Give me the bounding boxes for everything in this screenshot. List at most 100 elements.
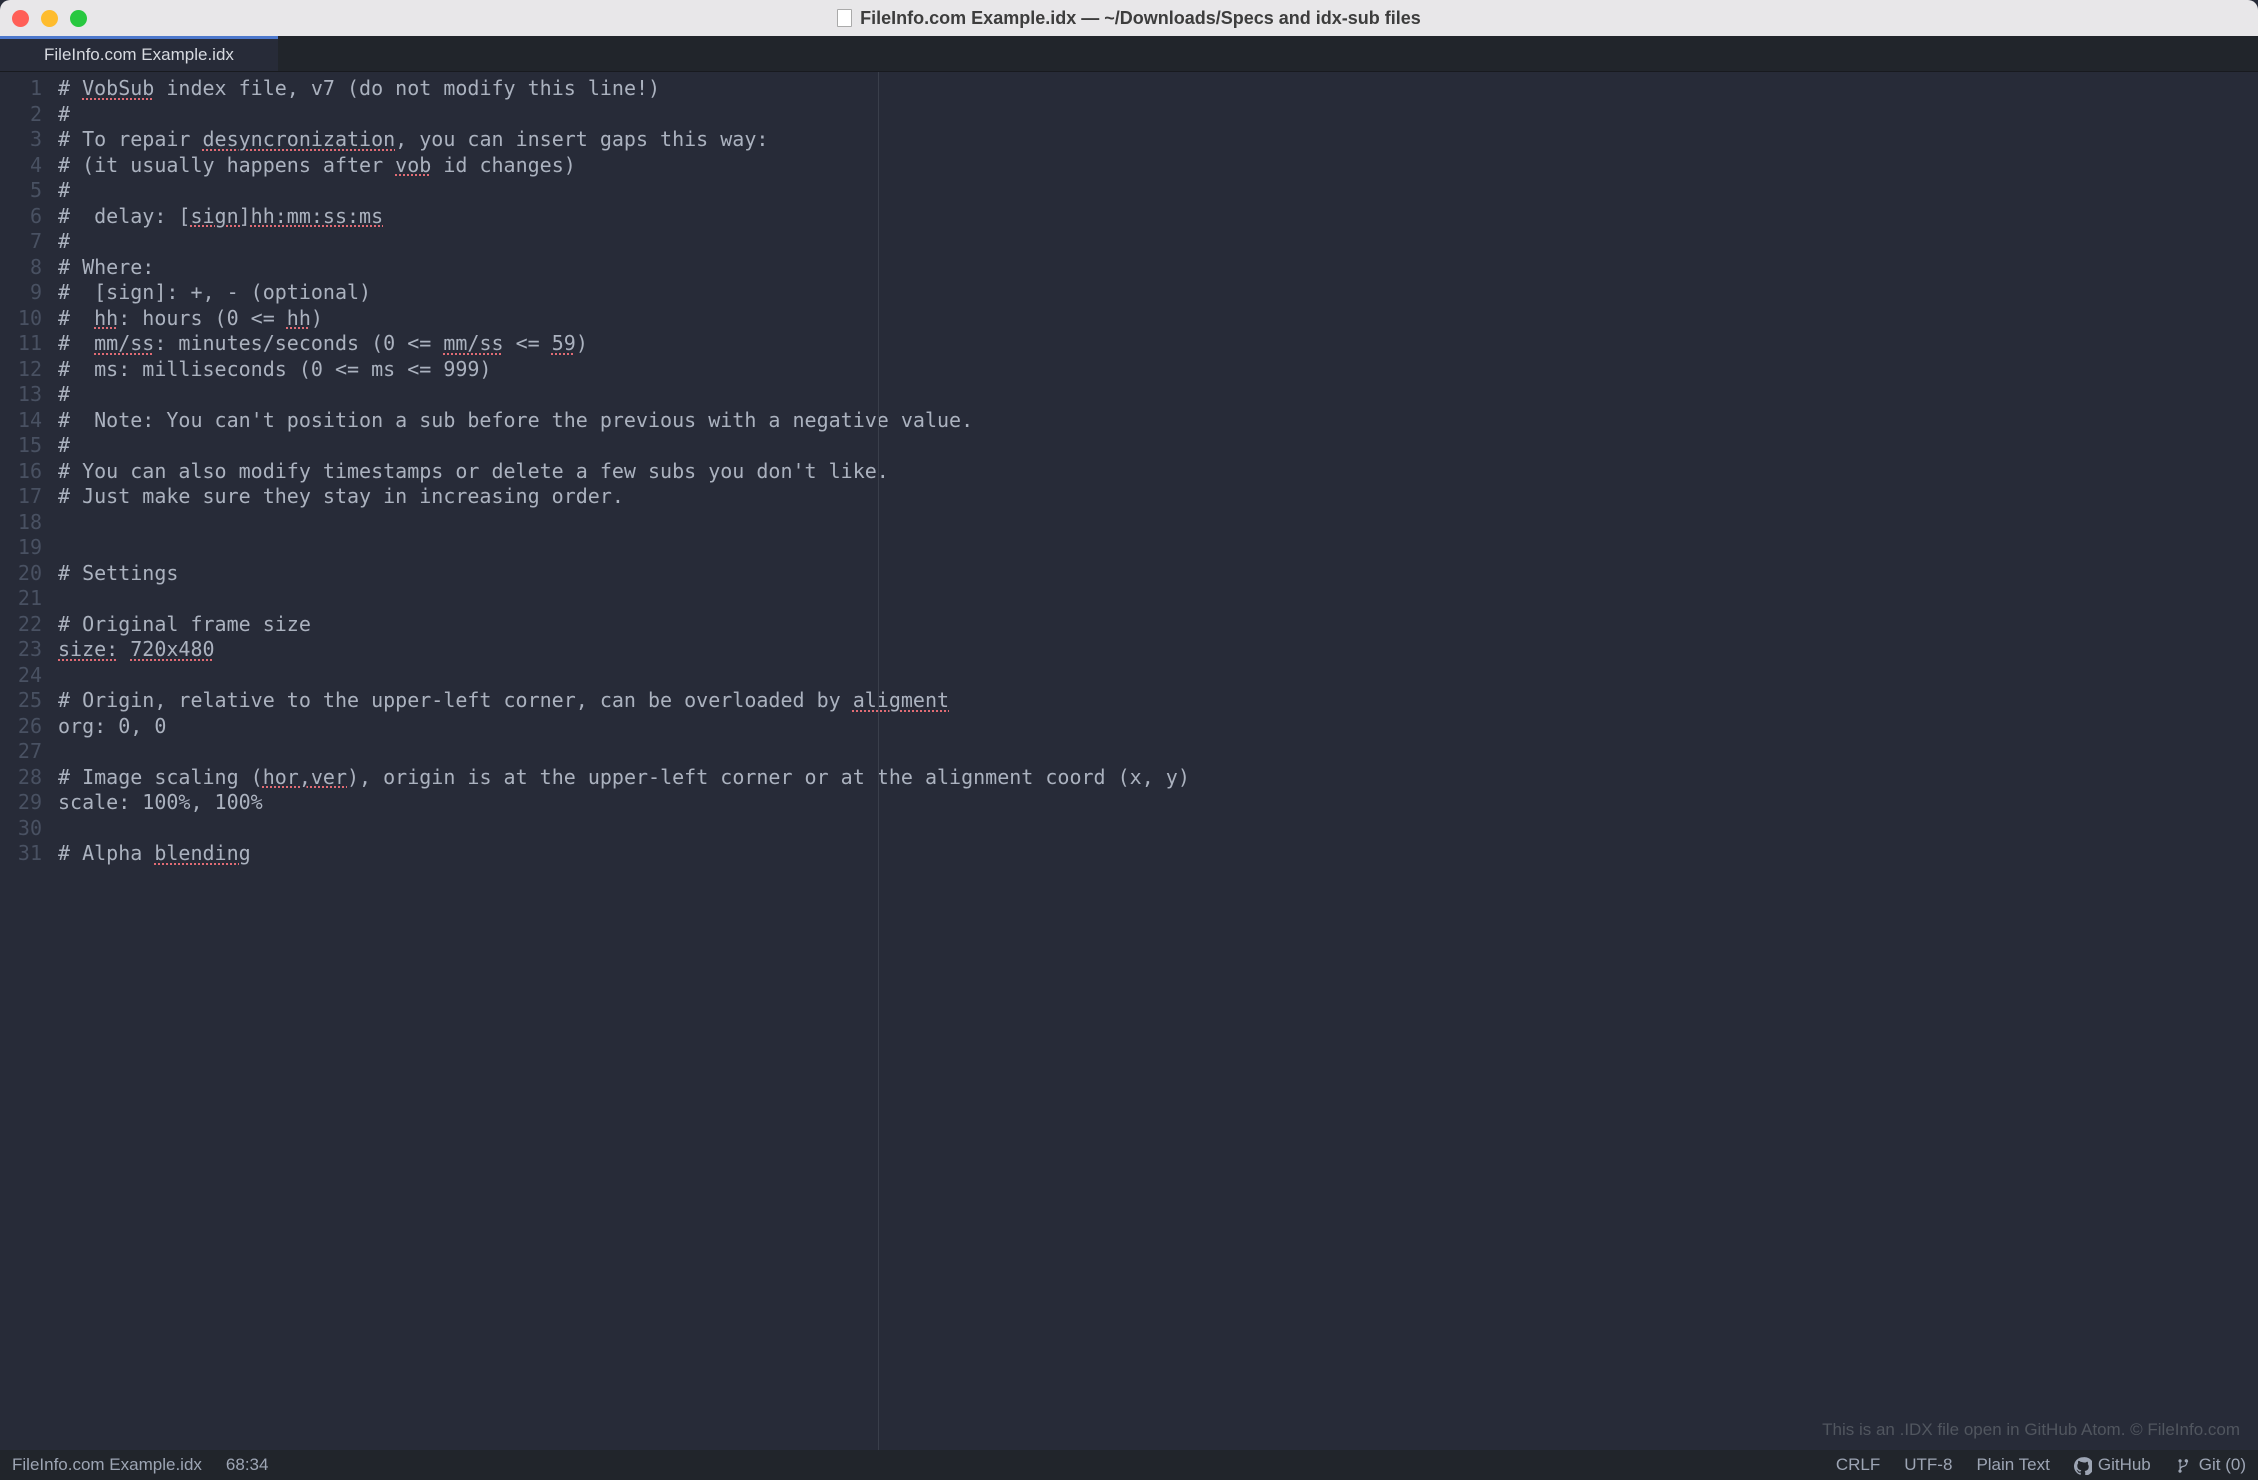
line-content[interactable]: # hh: hours (0 <= hh)	[52, 306, 2258, 332]
editor-line: 6# delay: [sign]hh:mm:ss:ms	[0, 204, 2258, 230]
line-number[interactable]: 30	[0, 816, 52, 842]
line-content[interactable]: size: 720x480	[52, 637, 2258, 663]
line-number[interactable]: 17	[0, 484, 52, 510]
editor-line: 10# hh: hours (0 <= hh)	[0, 306, 2258, 332]
line-number[interactable]: 25	[0, 688, 52, 714]
editor-line: 2#	[0, 102, 2258, 128]
editor-line: 25# Origin, relative to the upper-left c…	[0, 688, 2258, 714]
line-content[interactable]: #	[52, 229, 2258, 255]
line-number[interactable]: 11	[0, 331, 52, 357]
editor-line: 8# Where:	[0, 255, 2258, 281]
editor-line: 18	[0, 510, 2258, 536]
line-content[interactable]: # Origin, relative to the upper-left cor…	[52, 688, 2258, 714]
line-content[interactable]: # To repair desyncronization, you can in…	[52, 127, 2258, 153]
line-content[interactable]	[52, 586, 2258, 612]
line-content[interactable]	[52, 739, 2258, 765]
editor-line: 13#	[0, 382, 2258, 408]
line-content[interactable]: org: 0, 0	[52, 714, 2258, 740]
line-number[interactable]: 9	[0, 280, 52, 306]
status-github-label: GitHub	[2098, 1455, 2151, 1475]
status-line-ending[interactable]: CRLF	[1836, 1455, 1880, 1475]
line-number[interactable]: 5	[0, 178, 52, 204]
status-file-name[interactable]: FileInfo.com Example.idx	[12, 1455, 202, 1475]
editor-line: 29scale: 100%, 100%	[0, 790, 2258, 816]
editor-line: 1# VobSub index file, v7 (do not modify …	[0, 76, 2258, 102]
line-number[interactable]: 14	[0, 408, 52, 434]
line-number[interactable]: 21	[0, 586, 52, 612]
line-number[interactable]: 29	[0, 790, 52, 816]
window-controls	[12, 10, 87, 27]
watermark-text: This is an .IDX file open in GitHub Atom…	[1822, 1420, 2240, 1440]
line-number[interactable]: 8	[0, 255, 52, 281]
text-editor[interactable]: 1# VobSub index file, v7 (do not modify …	[0, 72, 2258, 867]
line-content[interactable]: # delay: [sign]hh:mm:ss:ms	[52, 204, 2258, 230]
line-number[interactable]: 12	[0, 357, 52, 383]
git-branch-icon	[2175, 1455, 2193, 1475]
line-number[interactable]: 1	[0, 76, 52, 102]
zoom-window-button[interactable]	[70, 10, 87, 27]
line-number[interactable]: 2	[0, 102, 52, 128]
line-content[interactable]: #	[52, 102, 2258, 128]
line-number[interactable]: 6	[0, 204, 52, 230]
line-number[interactable]: 16	[0, 459, 52, 485]
editor-line: 5#	[0, 178, 2258, 204]
line-content[interactable]: # Image scaling (hor,ver), origin is at …	[52, 765, 2258, 791]
line-number[interactable]: 15	[0, 433, 52, 459]
status-git-label: Git (0)	[2199, 1455, 2246, 1475]
line-content[interactable]: #	[52, 382, 2258, 408]
line-number[interactable]: 31	[0, 841, 52, 867]
line-number[interactable]: 18	[0, 510, 52, 536]
status-github[interactable]: GitHub	[2074, 1455, 2151, 1475]
line-content[interactable]: # Where:	[52, 255, 2258, 281]
editor-line: 22# Original frame size	[0, 612, 2258, 638]
line-content[interactable]: # ms: milliseconds (0 <= ms <= 999)	[52, 357, 2258, 383]
line-content[interactable]: # (it usually happens after vob id chang…	[52, 153, 2258, 179]
editor-line: 30	[0, 816, 2258, 842]
line-content[interactable]: # Original frame size	[52, 612, 2258, 638]
line-number[interactable]: 24	[0, 663, 52, 689]
editor-line: 21	[0, 586, 2258, 612]
line-number[interactable]: 4	[0, 153, 52, 179]
line-content[interactable]: # Settings	[52, 561, 2258, 587]
line-content[interactable]: # Just make sure they stay in increasing…	[52, 484, 2258, 510]
wrap-guide	[878, 72, 879, 1450]
line-content[interactable]: #	[52, 178, 2258, 204]
close-window-button[interactable]	[12, 10, 29, 27]
line-content[interactable]: # [sign]: +, - (optional)	[52, 280, 2258, 306]
line-number[interactable]: 28	[0, 765, 52, 791]
line-number[interactable]: 20	[0, 561, 52, 587]
status-cursor-position[interactable]: 68:34	[226, 1455, 269, 1475]
line-content[interactable]: # VobSub index file, v7 (do not modify t…	[52, 76, 2258, 102]
minimize-window-button[interactable]	[41, 10, 58, 27]
editor-line: 7#	[0, 229, 2258, 255]
editor-line: 16# You can also modify timestamps or de…	[0, 459, 2258, 485]
line-number[interactable]: 22	[0, 612, 52, 638]
line-content[interactable]: #	[52, 433, 2258, 459]
line-number[interactable]: 23	[0, 637, 52, 663]
line-number[interactable]: 7	[0, 229, 52, 255]
editor-line: 24	[0, 663, 2258, 689]
line-number[interactable]: 27	[0, 739, 52, 765]
line-content[interactable]: # mm/ss: minutes/seconds (0 <= mm/ss <= …	[52, 331, 2258, 357]
tab-fileinfo-example[interactable]: FileInfo.com Example.idx	[0, 36, 278, 71]
line-content[interactable]: # Alpha blending	[52, 841, 2258, 867]
line-content[interactable]: scale: 100%, 100%	[52, 790, 2258, 816]
line-number[interactable]: 19	[0, 535, 52, 561]
line-content[interactable]	[52, 663, 2258, 689]
line-number[interactable]: 3	[0, 127, 52, 153]
line-number[interactable]: 10	[0, 306, 52, 332]
editor-line: 26org: 0, 0	[0, 714, 2258, 740]
tab-bar: FileInfo.com Example.idx	[0, 36, 2258, 72]
status-grammar[interactable]: Plain Text	[1976, 1455, 2049, 1475]
editor-line: 31# Alpha blending	[0, 841, 2258, 867]
line-content[interactable]: # Note: You can't position a sub before …	[52, 408, 2258, 434]
line-content[interactable]	[52, 535, 2258, 561]
status-git[interactable]: Git (0)	[2175, 1455, 2246, 1475]
line-content[interactable]	[52, 510, 2258, 536]
line-number[interactable]: 26	[0, 714, 52, 740]
status-encoding[interactable]: UTF-8	[1904, 1455, 1952, 1475]
line-number[interactable]: 13	[0, 382, 52, 408]
line-content[interactable]	[52, 816, 2258, 842]
line-content[interactable]: # You can also modify timestamps or dele…	[52, 459, 2258, 485]
editor-line: 3# To repair desyncronization, you can i…	[0, 127, 2258, 153]
